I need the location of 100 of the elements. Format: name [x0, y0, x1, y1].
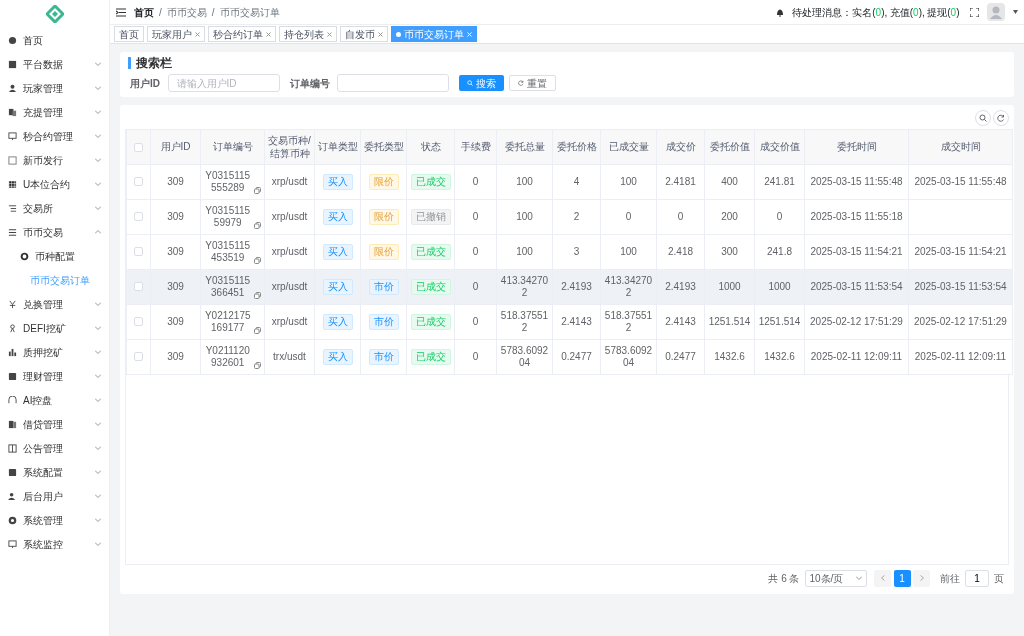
fullscreen-icon[interactable]: [970, 7, 979, 17]
sidebar-item[interactable]: 新币发行: [0, 148, 109, 172]
checkbox[interactable]: [134, 282, 143, 292]
copy-icon[interactable]: [254, 361, 262, 369]
table-cell: 309: [167, 350, 184, 362]
table-cell: 0: [472, 280, 479, 292]
sidebar-item[interactable]: 系统管理: [0, 508, 109, 532]
table-cell: 518.375512: [500, 309, 549, 333]
sidebar-item[interactable]: U本位合约: [0, 172, 109, 196]
table-cell: 100: [516, 245, 533, 257]
table-cell: xrp/usdt: [271, 175, 308, 187]
page-input[interactable]: 1: [965, 569, 989, 587]
checkbox[interactable]: [134, 317, 143, 327]
avatar-icon[interactable]: [987, 3, 1005, 21]
column-header: 委托价值: [709, 141, 750, 152]
breadcrumb-item[interactable]: 首页: [134, 4, 154, 20]
sidebar-item[interactable]: 质押挖矿: [0, 340, 109, 364]
submenu-item[interactable]: 币种配置: [0, 244, 109, 268]
breadcrumb-item[interactable]: 币币交易: [166, 4, 207, 20]
tag: 限价: [368, 173, 399, 190]
column-header: 订单编号: [212, 141, 253, 152]
checkbox[interactable]: [134, 352, 143, 362]
menu-item-icon: [8, 83, 17, 93]
search-toggle-button[interactable]: [974, 110, 991, 126]
sidebar-item[interactable]: 玩家管理: [0, 76, 109, 100]
sidebar-item[interactable]: 兑换管理: [0, 292, 109, 316]
tab[interactable]: 自发币: [340, 26, 388, 42]
table-cell: 309: [167, 245, 184, 257]
input-field[interactable]: 请输入用户ID: [167, 74, 280, 92]
table-cell-text: Y0211120932601: [204, 344, 251, 369]
sidebar-item[interactable]: 借贷管理: [0, 412, 109, 436]
tab[interactable]: 首页: [114, 26, 144, 42]
menu-item-icon: [8, 323, 17, 333]
logo-icon: [45, 5, 64, 23]
sidebar-item[interactable]: 后台用户: [0, 484, 109, 508]
goto-label: 前往: [940, 571, 960, 586]
menu-item-icon: [8, 491, 17, 501]
sidebar-item[interactable]: 秒合约管理: [0, 124, 109, 148]
breadcrumb-separator: /: [158, 5, 163, 20]
tab[interactable]: 秒合约订单: [208, 26, 276, 42]
copy-icon[interactable]: [254, 256, 262, 264]
sidebar-item[interactable]: 公告管理: [0, 436, 109, 460]
prev-page-button[interactable]: [874, 569, 891, 587]
reset-button[interactable]: 重置: [509, 75, 556, 91]
tab[interactable]: 持仓列表: [279, 26, 337, 42]
table-cell: 1251.514: [708, 315, 751, 327]
column-header: 成交时间: [940, 141, 981, 152]
copy-icon[interactable]: [254, 291, 262, 299]
table-cell: 2025-02-12 17:51:29: [914, 315, 1007, 327]
tag: 买入: [322, 348, 353, 365]
table-cell: 5783.609204: [500, 344, 549, 368]
copy-icon[interactable]: [254, 221, 262, 229]
table-cell: xrp/usdt: [271, 245, 308, 257]
copy-icon[interactable]: [254, 326, 262, 334]
sidebar-item[interactable]: 系统监控: [0, 532, 109, 556]
sidebar-item[interactable]: 理财管理: [0, 364, 109, 388]
table-cell: 0: [677, 210, 684, 222]
caret-icon[interactable]: [1013, 10, 1018, 14]
input-field[interactable]: [337, 74, 449, 92]
checkbox[interactable]: [134, 247, 143, 257]
checkbox[interactable]: [134, 212, 143, 222]
notice-link[interactable]: 实名(0),: [852, 4, 888, 20]
tag: 买入: [322, 243, 353, 260]
sidebar-item[interactable]: 平台数据: [0, 52, 109, 76]
menu-item-icon: [8, 467, 17, 477]
close-icon[interactable]: [378, 31, 383, 37]
column-header: 已成交量: [608, 141, 649, 152]
sidebar-item[interactable]: 系统配置: [0, 460, 109, 484]
table-cell-text: Y0315115453519: [204, 239, 252, 264]
sidebar-item[interactable]: 充提管理: [0, 100, 109, 124]
bell-icon[interactable]: [776, 7, 785, 17]
tag: 已成交: [410, 173, 451, 190]
column-header: 手续费: [460, 141, 491, 152]
column-header: 成交价值: [759, 141, 800, 152]
panel-title: 搜索栏: [127, 57, 1009, 69]
sidebar-item[interactable]: DEFI挖矿: [0, 316, 109, 340]
copy-icon[interactable]: [254, 186, 262, 194]
table-cell: 0: [625, 210, 632, 222]
table-cell: 518.375512: [604, 309, 653, 333]
notice-link[interactable]: 充值(0),: [889, 4, 925, 20]
sidebar-item[interactable]: 交易所: [0, 196, 109, 220]
sidebar-item[interactable]: AI控盘: [0, 388, 109, 412]
table-cell: 2.4181: [665, 175, 696, 187]
checkbox[interactable]: [134, 177, 143, 187]
table-cell: 4: [573, 175, 580, 187]
sidebar-item[interactable]: 币币交易: [0, 220, 109, 244]
close-icon[interactable]: [195, 31, 200, 37]
table-cell: 100: [516, 175, 533, 187]
tab[interactable]: 玩家用户: [147, 26, 205, 42]
table-cell: 5783.609204: [604, 344, 653, 368]
close-icon[interactable]: [327, 31, 332, 37]
page-size-select[interactable]: 10条/页: [804, 569, 867, 587]
close-icon[interactable]: [266, 31, 271, 37]
next-page-button[interactable]: [913, 569, 930, 587]
sidebar-item[interactable]: 首页: [0, 28, 109, 52]
checkbox[interactable]: [134, 142, 143, 152]
menu-icon[interactable]: [116, 7, 126, 17]
notice-link[interactable]: 提现(0): [927, 4, 960, 20]
refresh-button[interactable]: [993, 110, 1009, 126]
tag: 市价: [368, 278, 399, 295]
